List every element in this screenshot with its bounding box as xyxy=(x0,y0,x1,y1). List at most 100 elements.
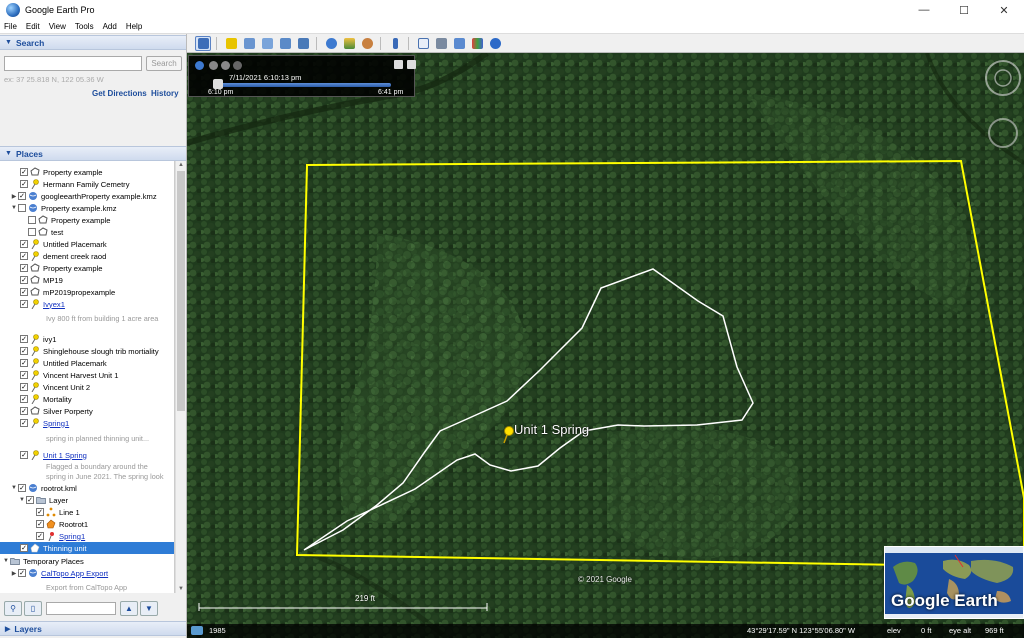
historical-time-slider[interactable]: 7/11/2021 6:10:13 pm 6:10 pm 6:41 pm xyxy=(188,55,416,97)
checkbox[interactable]: ✓ xyxy=(36,520,44,528)
menu-edit[interactable]: Edit xyxy=(26,22,40,31)
checkbox[interactable]: ✓ xyxy=(20,264,28,272)
tree-item[interactable]: ✓ Hermann Family Cemetry xyxy=(0,178,174,190)
record-tour-button[interactable] xyxy=(295,36,311,51)
tree-item-label[interactable]: Spring1 xyxy=(43,419,69,428)
scroll-up-arrow-icon[interactable]: ▲ xyxy=(178,162,184,168)
checkbox[interactable]: ✓ xyxy=(20,335,28,343)
scrollbar-thumb[interactable] xyxy=(177,171,185,411)
sunlight-button[interactable] xyxy=(341,36,357,51)
collapse-arrow-icon[interactable]: ▼ xyxy=(2,558,10,564)
print-button[interactable] xyxy=(433,36,449,51)
menu-help[interactable]: Help xyxy=(126,22,142,31)
tree-item-selected[interactable]: ✓ Thinning unit xyxy=(0,542,174,554)
collapse-arrow-icon[interactable]: ▼ xyxy=(18,497,26,503)
search-panel-header[interactable]: ▼ Search xyxy=(0,35,186,50)
checkbox[interactable]: ✓ xyxy=(20,240,28,248)
menu-add[interactable]: Add xyxy=(103,22,117,31)
earth-3d-view[interactable]: 7/11/2021 6:10:13 pm 6:10 pm 6:41 pm Uni… xyxy=(187,53,1024,638)
tree-item[interactable]: ✓ Rootrot1 xyxy=(0,518,174,530)
tree-item[interactable]: ✓ dement creek raod xyxy=(0,250,174,262)
tour-guide-icon[interactable] xyxy=(191,626,203,635)
search-places-button[interactable]: ⚲ xyxy=(4,601,22,616)
checkbox[interactable]: ✓ xyxy=(20,544,28,552)
move-down-button[interactable]: ▼ xyxy=(140,601,158,616)
tree-item-label[interactable]: CalTopo App Export xyxy=(41,569,108,578)
tree-item[interactable]: ✓ Silver Porperty xyxy=(0,405,174,417)
tree-item[interactable]: Property example xyxy=(0,214,174,226)
checkbox[interactable]: ✓ xyxy=(20,168,28,176)
checkbox[interactable]: ✓ xyxy=(20,288,28,296)
tree-item[interactable]: ▼ ✓ rootrot.kml xyxy=(0,482,174,494)
checkbox[interactable]: ✓ xyxy=(18,569,26,577)
places-filter-input[interactable] xyxy=(46,602,116,615)
close-slider-icon[interactable] xyxy=(407,60,416,69)
checkbox[interactable]: ✓ xyxy=(20,451,28,459)
collapse-arrow-icon[interactable]: ▼ xyxy=(10,205,18,211)
tree-item[interactable]: ✓ ivy1 xyxy=(0,333,174,345)
places-tree[interactable]: ✓ Property example ✓ Hermann Family Ceme… xyxy=(0,161,175,593)
checkbox[interactable]: ✓ xyxy=(36,508,44,516)
expand-arrow-icon[interactable]: ▶ xyxy=(10,570,18,577)
placemark-label[interactable]: Unit 1 Spring xyxy=(514,422,589,437)
email-button[interactable] xyxy=(415,36,431,51)
checkbox[interactable]: ✓ xyxy=(18,484,26,492)
clock-icon[interactable] xyxy=(195,61,204,70)
search-button[interactable]: Search xyxy=(146,56,182,71)
time-track[interactable] xyxy=(217,83,391,87)
tree-item[interactable]: ✓ Untitled Placemark xyxy=(0,238,174,250)
tree-item[interactable]: ✓ Vincent Harvest Unit 1 xyxy=(0,369,174,381)
maximize-button[interactable]: ☐ xyxy=(944,0,984,20)
history-link[interactable]: History xyxy=(151,89,179,98)
collapse-arrow-icon[interactable]: ▼ xyxy=(10,485,18,491)
checkbox[interactable]: ✓ xyxy=(20,276,28,284)
expand-arrow-icon[interactable]: ▶ xyxy=(10,193,18,200)
tree-item[interactable]: ✓ Property example xyxy=(0,262,174,274)
tree-item[interactable]: ✓ Untitled Placemark xyxy=(0,357,174,369)
search-input[interactable] xyxy=(4,56,142,71)
tree-item[interactable]: ✓ mP2019propexample xyxy=(0,286,174,298)
add-image-overlay-button[interactable] xyxy=(277,36,293,51)
add-path-button[interactable] xyxy=(259,36,275,51)
menu-tools[interactable]: Tools xyxy=(75,22,94,31)
checkbox[interactable] xyxy=(28,228,36,236)
tree-item[interactable]: ✓ Spring1 xyxy=(0,417,174,429)
checkbox[interactable]: ✓ xyxy=(20,180,28,188)
checkbox[interactable] xyxy=(28,216,36,224)
tree-item[interactable]: ▼ Temporary Places xyxy=(0,555,174,567)
tree-item[interactable]: ✓ Property example xyxy=(0,166,174,178)
places-scrollbar[interactable]: ▲ ▼ xyxy=(175,161,186,593)
scroll-down-arrow-icon[interactable]: ▼ xyxy=(178,586,184,592)
zoom-in-icon[interactable] xyxy=(221,61,230,70)
tree-item-label[interactable]: Unit 1 Spring xyxy=(43,451,87,460)
add-placemark-button[interactable] xyxy=(223,36,239,51)
overview-map[interactable]: Google Earth xyxy=(884,546,1024,619)
checkbox[interactable]: ✓ xyxy=(18,192,26,200)
checkbox[interactable]: ✓ xyxy=(20,347,28,355)
checkbox[interactable]: ✓ xyxy=(20,300,28,308)
checkbox[interactable]: ✓ xyxy=(36,532,44,540)
menu-view[interactable]: View xyxy=(49,22,66,31)
checkbox[interactable]: ✓ xyxy=(20,371,28,379)
checkbox[interactable] xyxy=(18,204,26,212)
sidebar-toggle-button[interactable] xyxy=(195,36,211,51)
tree-item[interactable]: ▶ ✓ googleearthProperty example.kmz xyxy=(0,190,174,202)
tree-item[interactable]: ✓ Line 1 xyxy=(0,506,174,518)
view-in-maps-button[interactable] xyxy=(469,36,485,51)
tree-item[interactable]: ✓ Ivyex1 xyxy=(0,298,174,310)
checkbox[interactable]: ✓ xyxy=(20,383,28,391)
ruler-button[interactable] xyxy=(387,36,403,51)
tree-item[interactable]: ▼ Property example.kmz xyxy=(0,202,174,214)
tree-item[interactable]: ✓ Vincent Unit 2 xyxy=(0,381,174,393)
checkbox[interactable]: ✓ xyxy=(20,359,28,367)
historical-imagery-button[interactable] xyxy=(323,36,339,51)
tree-item[interactable]: ✓ Spring1 xyxy=(0,530,174,542)
wrench-icon[interactable] xyxy=(394,60,403,69)
tree-item-label[interactable]: Ivyex1 xyxy=(43,300,65,309)
get-directions-link[interactable]: Get Directions xyxy=(92,89,147,98)
settings-small-icon[interactable] xyxy=(233,61,242,70)
tree-item[interactable]: ✓ Mortality xyxy=(0,393,174,405)
menu-file[interactable]: File xyxy=(4,22,17,31)
layers-panel-header[interactable]: ▶ Layers xyxy=(0,621,186,636)
time-slider-thumb[interactable] xyxy=(213,79,223,89)
